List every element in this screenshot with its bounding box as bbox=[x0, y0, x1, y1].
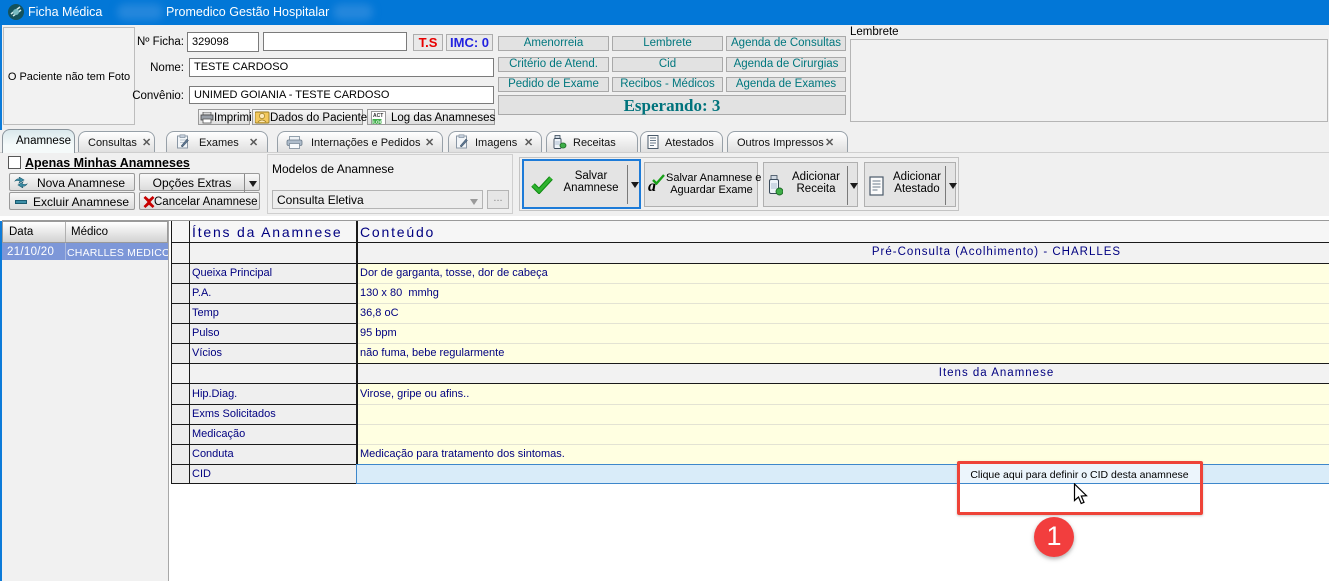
svg-text:LOG: LOG bbox=[373, 119, 383, 124]
svg-text:ACT: ACT bbox=[373, 113, 383, 119]
